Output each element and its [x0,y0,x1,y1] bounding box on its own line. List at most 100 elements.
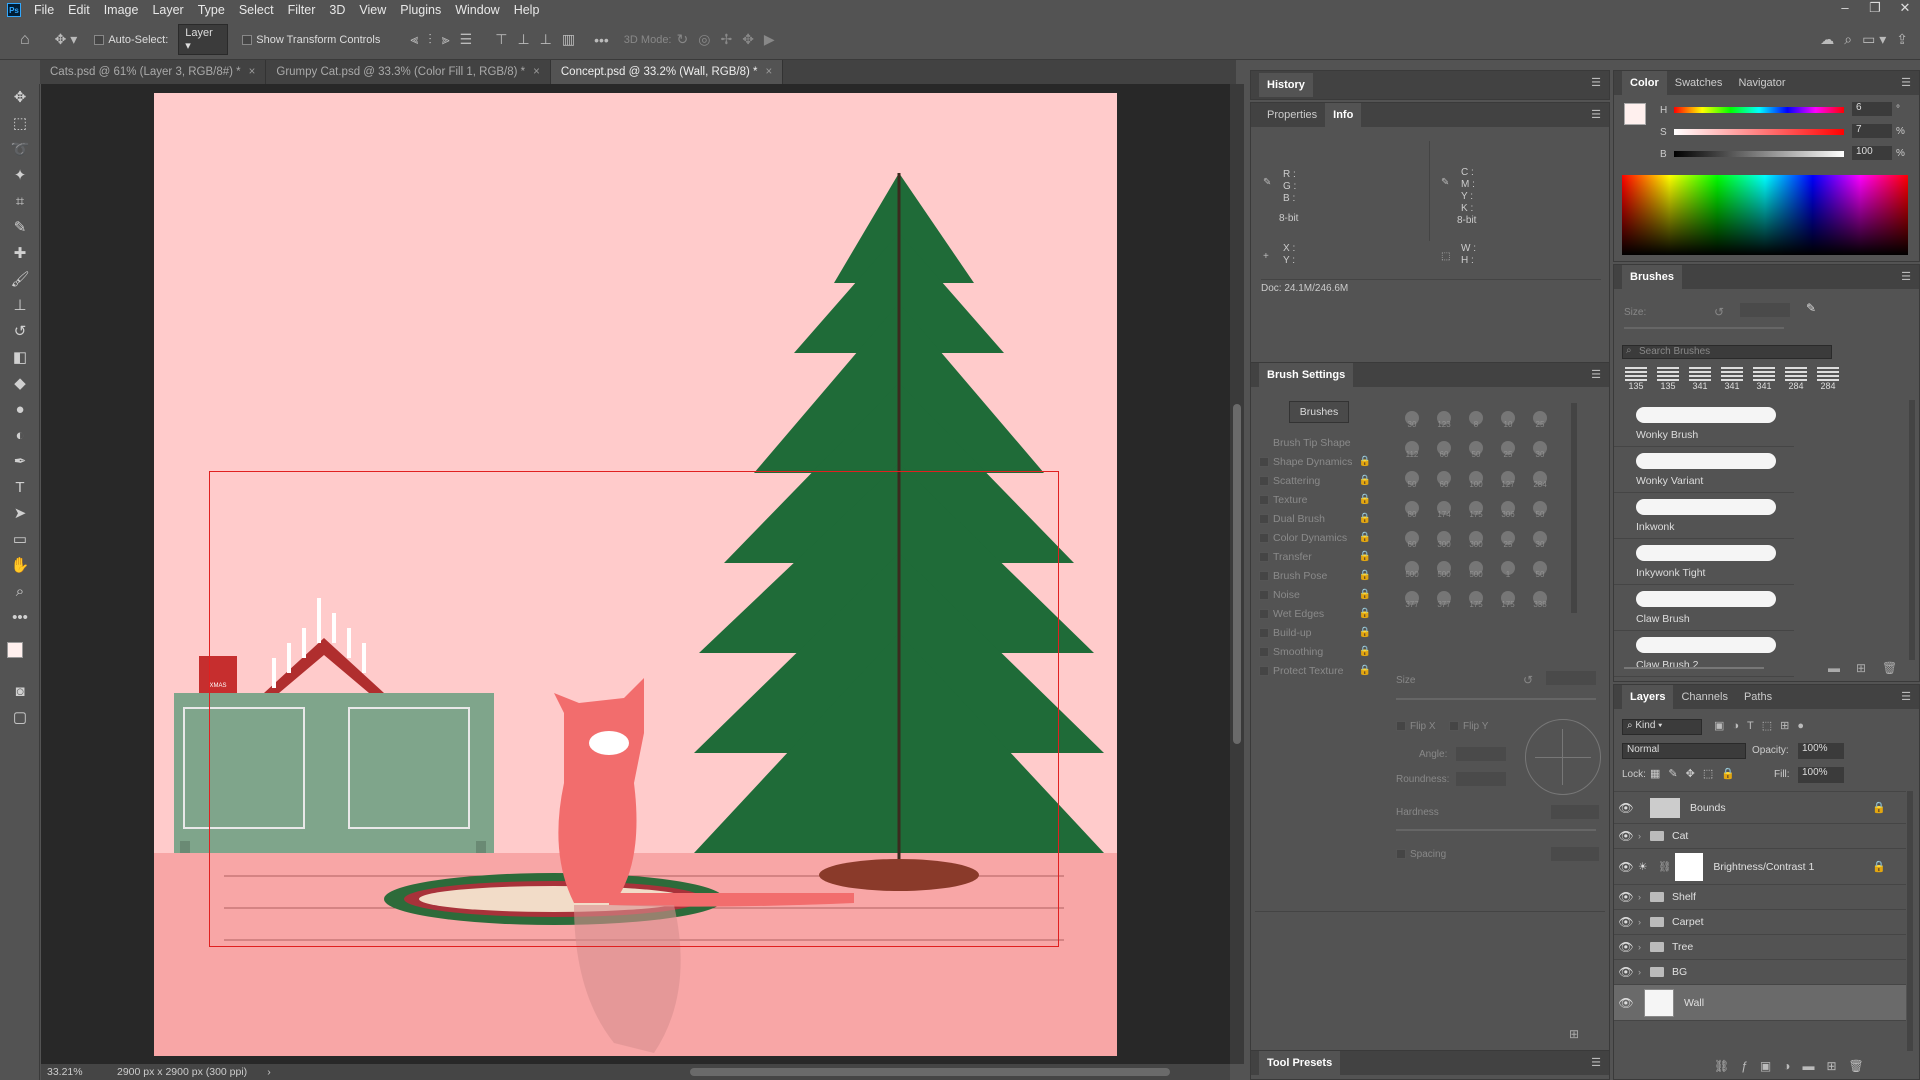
size-input[interactable] [1546,671,1596,685]
brush-tip[interactable]: 175 [1492,583,1524,613]
dodge-tool-icon[interactable]: ◐ [0,422,40,448]
menu-3d[interactable]: 3D [322,3,352,17]
brush-tip[interactable]: 500 [1460,553,1492,583]
opacity-input[interactable]: 100% [1798,743,1844,759]
menu-select[interactable]: Select [232,3,281,17]
brush-tip[interactable]: 300 [1460,523,1492,553]
lock-icons[interactable]: ▦✎✥⬚🔒 [1650,767,1743,780]
more-tools-icon[interactable]: ••• [0,604,40,630]
recent-brush[interactable]: 341 [1684,367,1716,395]
link-icon[interactable]: ⛓ [1658,860,1671,873]
path-selection-icon[interactable]: ➤ [0,500,40,526]
brush-search-input[interactable]: Search Brushes [1622,345,1832,359]
panel-menu-icon[interactable]: ☰ [1591,1056,1601,1069]
slide-3d-icon[interactable]: ✥ [742,31,754,48]
tool-presets-tab[interactable]: Tool Presets [1259,1051,1341,1075]
tab-grumpy-cat[interactable]: Grumpy Cat.psd @ 33.3% (Color Fill 1, RG… [266,60,551,84]
brush-option-dual-brush[interactable]: Dual Brush 🔒 [1251,509,1381,528]
panel-menu-icon[interactable]: ☰ [1901,76,1911,89]
orbit-3d-icon[interactable]: ↻ [677,31,689,48]
brushes-button[interactable]: Brushes [1289,401,1349,423]
brush-tip[interactable]: 175 [1460,493,1492,523]
blur-tool-icon[interactable]: ● [0,396,40,422]
more-options-icon[interactable]: ••• [594,32,609,48]
tab-cats[interactable]: Cats.psd @ 61% (Layer 3, RGB/8#) * × [40,60,267,84]
brush-settings-tab[interactable]: Brush Settings [1259,363,1354,387]
brush-list-item[interactable]: Inkwonk [1614,493,1794,539]
visibility-eye-icon[interactable]: 👁 [1614,801,1638,815]
fill-input[interactable]: 100% [1798,767,1844,783]
layer-tree[interactable]: 👁 › Tree [1614,935,1906,960]
blend-mode-dropdown[interactable]: Normal [1622,743,1746,759]
roll-3d-icon[interactable]: ◎ [698,31,710,48]
angle-input[interactable] [1456,747,1506,761]
delete-icon[interactable]: 🗑 [1882,661,1897,675]
visibility-eye-icon[interactable]: 👁 [1614,890,1638,904]
color-spectrum[interactable] [1622,175,1908,255]
brush-tip[interactable]: 80 [1396,493,1428,523]
expand-chevron-icon[interactable]: › [1638,942,1650,952]
brushes-tab[interactable]: Brushes [1622,265,1683,289]
crop-tool-icon[interactable]: ⌗ [0,188,40,214]
brush-tip[interactable]: 50 [1396,463,1428,493]
rectangle-tool-icon[interactable]: ▭ [0,526,40,552]
lock-icon[interactable]: 🔒 [1359,532,1371,543]
history-tab[interactable]: History [1259,73,1313,97]
distribute-vertical-icon[interactable]: ▥ [562,31,575,48]
new-group-icon[interactable]: ▬ [1828,661,1840,675]
zoom-level[interactable]: 33.21% [47,1066,97,1078]
home-icon[interactable]: ⌂ [20,31,30,49]
new-brush-icon[interactable]: ⊞ [1569,1027,1579,1041]
lock-icon[interactable]: 🔒 [1359,551,1371,562]
expand-chevron-icon[interactable]: › [1638,967,1650,977]
spacing-input[interactable] [1551,847,1599,861]
new-brush-icon[interactable]: ⊞ [1856,661,1866,675]
brush-option-brush-tip-shape[interactable]: Brush Tip Shape [1251,433,1381,452]
brush-tip[interactable]: 377 [1396,583,1428,613]
close-icon[interactable]: × [249,66,256,78]
brush-list-item[interactable]: Wonky Variant [1614,447,1794,493]
magic-wand-icon[interactable]: ✦ [0,162,40,188]
menu-edit[interactable]: Edit [61,3,97,17]
lock-icon[interactable]: 🔒 [1359,456,1371,467]
brush-tip[interactable]: 50 [1460,433,1492,463]
lock-icon[interactable]: 🔒 [1359,665,1371,676]
align-right-icon[interactable]: ⫸ [442,31,450,48]
hardness-slider[interactable] [1396,829,1596,831]
pen-tool-icon[interactable]: ✒ [0,448,40,474]
camera-3d-icon[interactable]: ▶ [764,31,775,48]
brush-tip[interactable]: 500 [1396,553,1428,583]
align-middle-icon[interactable]: ⊥ [517,31,529,48]
brush-options-icon[interactable]: ✎ [1806,301,1816,315]
align-left-icon[interactable]: ⫷ [410,31,418,48]
eyedropper-icon[interactable]: ✎ [0,214,40,240]
brush-tip[interactable]: 123 [1428,403,1460,433]
workspace-icon[interactable]: ▭ ▾ [1862,31,1886,48]
tab-properties[interactable]: Properties [1259,103,1325,127]
hardness-input[interactable] [1551,805,1599,819]
roundness-input[interactable] [1456,772,1506,786]
panel-menu-icon[interactable]: ☰ [1591,76,1601,89]
align-center-icon[interactable]: ⫶ [428,31,432,48]
panel-menu-icon[interactable]: ☰ [1591,108,1601,121]
brush-tip[interactable]: 174 [1428,493,1460,523]
tab-concept[interactable]: Concept.psd @ 33.2% (Wall, RGB/8) * × [550,60,784,84]
brush-tip[interactable]: 10 [1492,403,1524,433]
layer-carpet[interactable]: 👁 › Carpet [1614,910,1906,935]
h-input[interactable]: 6 [1852,102,1892,116]
brush-size-input[interactable] [1740,303,1790,317]
tab-paths[interactable]: Paths [1736,685,1780,709]
search-icon[interactable]: ⌕ [1844,31,1852,48]
brush-tip[interactable]: 30 [1524,523,1556,553]
close-icon[interactable]: ✕ [1890,0,1920,16]
lock-icon[interactable]: 🔒 [1359,570,1371,581]
brush-option-shape-dynamics[interactable]: Shape Dynamics 🔒 [1251,452,1381,471]
drag-3d-icon[interactable]: ✢ [720,31,732,48]
brush-tip[interactable]: 127 [1492,463,1524,493]
tab-navigator[interactable]: Navigator [1730,71,1793,95]
layer-bg[interactable]: 👁 › BG [1614,960,1906,985]
lock-icon[interactable]: 🔒 [1359,494,1371,505]
visibility-eye-icon[interactable]: 👁 [1614,829,1638,843]
expand-chevron-icon[interactable]: › [1638,831,1650,841]
visibility-eye-icon[interactable]: 👁 [1614,965,1638,979]
